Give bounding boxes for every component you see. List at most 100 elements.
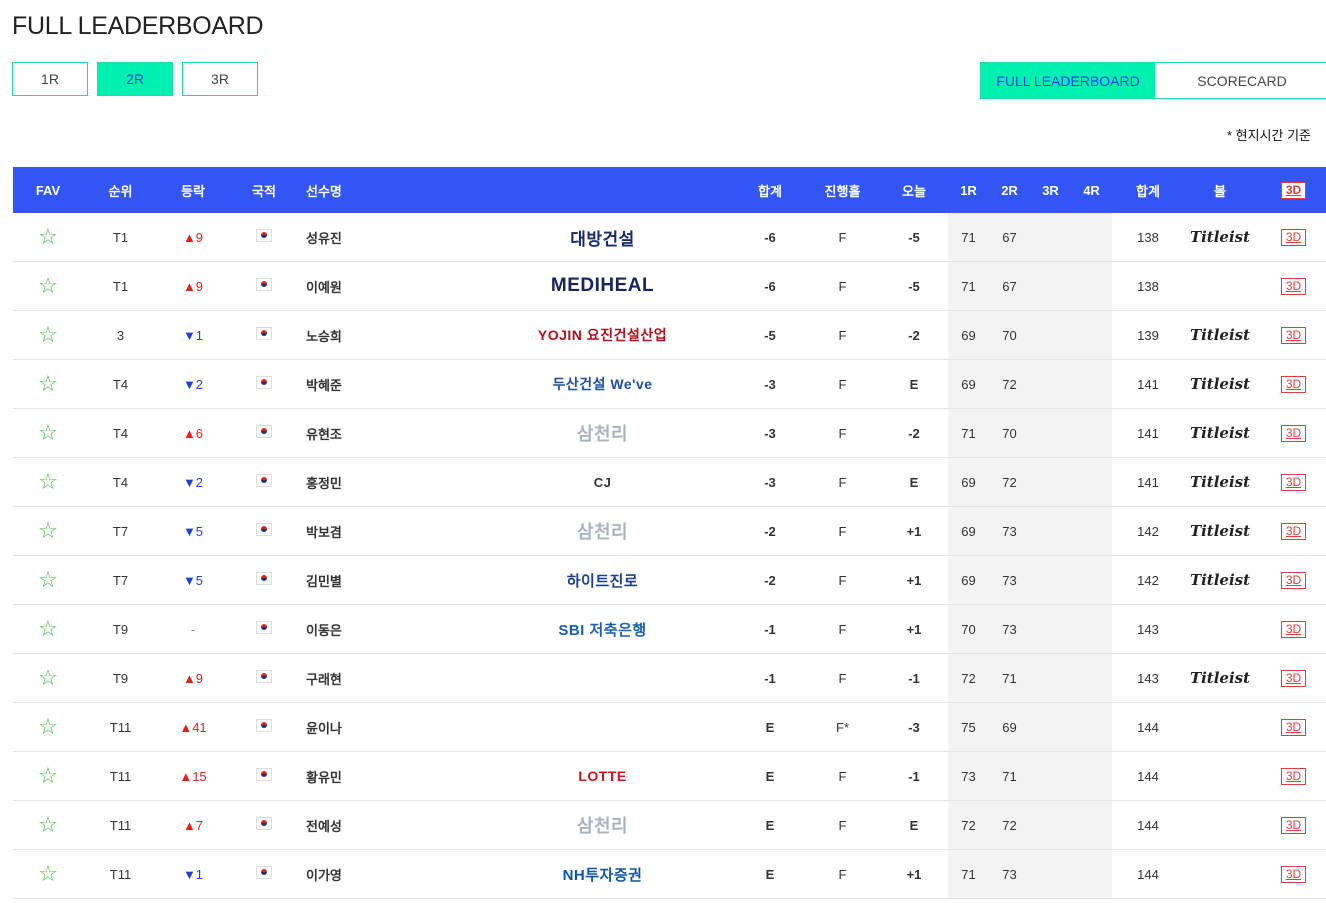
position-change: ▼5 — [182, 523, 204, 539]
player-name[interactable]: 홍정민 — [300, 457, 470, 507]
rank-cell: T11 — [83, 751, 158, 801]
player-name[interactable]: 박혜준 — [300, 359, 470, 409]
move-cell: ▲9 — [158, 261, 228, 311]
col-sum: 합계 — [1112, 167, 1184, 213]
round2-score: 67 — [989, 213, 1030, 262]
round4-score — [1071, 506, 1112, 556]
view-3d-button[interactable]: 3D — [1280, 620, 1307, 638]
view-3d-button[interactable]: 3D — [1280, 228, 1307, 246]
total-score: -3 — [735, 457, 805, 507]
3d-cell: 3D — [1256, 213, 1326, 262]
3d-cell: 3D — [1256, 261, 1326, 311]
sum-score: 141 — [1112, 359, 1184, 409]
star-outline-icon[interactable]: ☆ — [38, 471, 58, 493]
rank-cell: T1 — [83, 213, 158, 262]
move-cell: ▼2 — [158, 359, 228, 409]
rank-cell: T4 — [83, 408, 158, 458]
total-score: -1 — [735, 653, 805, 703]
3d-cell: 3D — [1256, 506, 1326, 556]
star-outline-icon[interactable]: ☆ — [38, 373, 58, 395]
star-outline-icon[interactable]: ☆ — [38, 275, 58, 297]
fav-cell: ☆ — [13, 506, 83, 556]
star-outline-icon[interactable]: ☆ — [38, 226, 58, 248]
tab-scorecard[interactable]: SCORECARD — [1155, 63, 1326, 98]
player-name[interactable]: 전예성 — [300, 800, 470, 850]
view-3d-button[interactable]: 3D — [1280, 767, 1307, 785]
view-3d-button[interactable]: 3D — [1280, 522, 1307, 540]
sponsor-cell: 대방건설 — [470, 213, 735, 262]
star-outline-icon[interactable]: ☆ — [38, 716, 58, 738]
player-name[interactable]: 이동은 — [300, 604, 470, 654]
player-name[interactable]: 구래현 — [300, 653, 470, 703]
star-outline-icon[interactable]: ☆ — [38, 863, 58, 885]
table-row: ☆ T1 ▲9 이예원 MEDIHEAL -6 F -5 71 67 138 3D — [13, 261, 1326, 311]
hole-cell: F — [805, 604, 880, 654]
korea-flag-icon — [256, 572, 272, 585]
3d-cell: 3D — [1256, 751, 1326, 801]
ball-cell — [1184, 261, 1256, 311]
hole-cell: F — [805, 457, 880, 507]
view-3d-button[interactable]: 3D — [1280, 669, 1307, 687]
rank-cell: 3 — [83, 310, 158, 360]
hole-cell: F — [805, 213, 880, 262]
tab-round-1[interactable]: 1R — [12, 62, 88, 96]
player-name[interactable]: 성유진 — [300, 213, 470, 262]
round1-score: 69 — [948, 555, 989, 605]
sponsor-cell: NH투자증권 — [470, 849, 735, 899]
ball-cell: Titleist — [1184, 213, 1256, 262]
view-3d-button[interactable]: 3D — [1280, 277, 1307, 295]
sponsor-cell: MEDIHEAL — [470, 261, 735, 311]
round1-score: 71 — [948, 849, 989, 899]
ball-cell — [1184, 604, 1256, 654]
today-score: -1 — [880, 653, 948, 703]
star-outline-icon[interactable]: ☆ — [38, 569, 58, 591]
total-score: E — [735, 702, 805, 752]
col-fav: FAV — [13, 167, 83, 213]
player-name[interactable]: 황유민 — [300, 751, 470, 801]
fav-cell: ☆ — [13, 653, 83, 703]
tab-full-leaderboard[interactable]: FULL LEADERBOARD — [981, 63, 1155, 98]
round3-score — [1030, 702, 1071, 752]
view-3d-button[interactable]: 3D — [1280, 375, 1307, 393]
player-name[interactable]: 이예원 — [300, 261, 470, 311]
today-score: +1 — [880, 604, 948, 654]
view-3d-button[interactable]: 3D — [1280, 326, 1307, 344]
view-3d-button[interactable]: 3D — [1280, 718, 1307, 736]
star-outline-icon[interactable]: ☆ — [38, 814, 58, 836]
star-outline-icon[interactable]: ☆ — [38, 667, 58, 689]
player-name[interactable]: 이가영 — [300, 849, 470, 899]
player-name[interactable]: 김민별 — [300, 555, 470, 605]
tab-round-3[interactable]: 3R — [182, 62, 258, 96]
star-outline-icon[interactable]: ☆ — [38, 520, 58, 542]
round2-score: 67 — [989, 261, 1030, 311]
move-cell: ▲9 — [158, 653, 228, 703]
view-3d-button[interactable]: 3D — [1280, 816, 1307, 834]
sponsor-cell: 삼천리 — [470, 506, 735, 556]
table-row: ☆ T1 ▲9 성유진 대방건설 -6 F -5 71 67 138 Titleist 3D — [13, 213, 1326, 262]
star-outline-icon[interactable]: ☆ — [38, 618, 58, 640]
player-name[interactable]: 박보겸 — [300, 506, 470, 556]
star-outline-icon[interactable]: ☆ — [38, 422, 58, 444]
ball-brand-logo: Titleist — [1189, 375, 1251, 393]
round2-score: 70 — [989, 408, 1030, 458]
sum-score: 143 — [1112, 604, 1184, 654]
view-3d-button[interactable]: 3D — [1280, 865, 1307, 883]
col-hole: 진행홀 — [805, 167, 880, 213]
star-outline-icon[interactable]: ☆ — [38, 765, 58, 787]
sponsor-logo: 대방건설 — [570, 229, 635, 249]
rank-cell: T11 — [83, 702, 158, 752]
player-name[interactable]: 유현조 — [300, 408, 470, 458]
col-player: 선수명 — [300, 167, 470, 213]
tab-round-2[interactable]: 2R — [97, 62, 173, 96]
player-name[interactable]: 노승희 — [300, 310, 470, 360]
view-3d-button[interactable]: 3D — [1280, 473, 1307, 491]
star-outline-icon[interactable]: ☆ — [38, 324, 58, 346]
round2-score: 72 — [989, 800, 1030, 850]
view-3d-button[interactable]: 3D — [1280, 424, 1307, 442]
round4-score — [1071, 457, 1112, 507]
view-3d-button[interactable]: 3D — [1280, 571, 1307, 589]
player-name[interactable]: 윤이나 — [300, 702, 470, 752]
round2-score: 73 — [989, 604, 1030, 654]
table-row: ☆ T4 ▲6 유현조 삼천리 -3 F -2 71 70 141 Titleist 3D — [13, 408, 1326, 458]
view-tabs: FULL LEADERBOARD SCORECARD — [980, 62, 1326, 99]
